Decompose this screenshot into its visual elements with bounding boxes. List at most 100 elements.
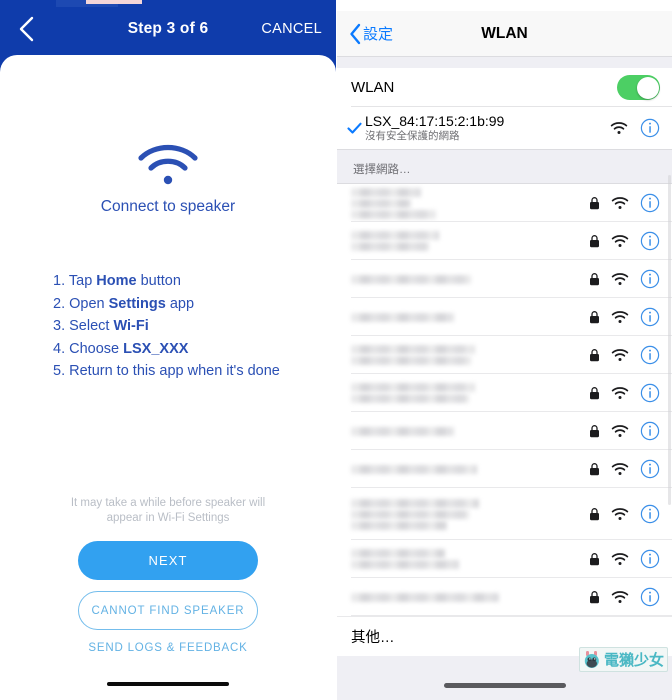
lock-icon: [589, 590, 600, 604]
wifi-icon: [136, 55, 200, 187]
connected-security-note: 沒有安全保護的網路: [365, 130, 460, 142]
info-circle-icon[interactable]: [640, 504, 660, 524]
info-circle-icon[interactable]: [640, 383, 660, 403]
step-text-post: button: [136, 273, 181, 289]
wifi-icon: [611, 234, 629, 248]
lock-icon: [589, 386, 600, 400]
row-icons: [589, 459, 660, 479]
list-item: 5. Return to this app when it's done: [53, 360, 336, 383]
connect-title: Connect to speaker: [100, 198, 236, 215]
step-number: 3.: [53, 318, 66, 334]
network-name-redacted: [351, 345, 475, 365]
lock-icon: [589, 507, 600, 521]
step-text-bold: Settings: [108, 295, 166, 312]
speaker-setup-panel: Step 3 of 6 CANCEL Connect to speaker 1.…: [0, 0, 336, 700]
network-name-redacted: [351, 549, 459, 569]
lock-icon: [589, 310, 600, 324]
info-circle-icon[interactable]: [640, 193, 660, 213]
connected-ssid: LSX_84:17:15:2:1b:99: [365, 113, 505, 129]
info-circle-icon[interactable]: [640, 421, 660, 441]
row-icons: [589, 587, 660, 607]
step-text-post: app: [165, 295, 195, 312]
network-name-redacted: [351, 498, 479, 530]
row-icons: [589, 383, 660, 403]
wifi-icon: [610, 121, 628, 135]
mascot-icon: [582, 650, 602, 670]
status-bar-area: [337, 0, 672, 11]
table-row[interactable]: [337, 412, 672, 450]
info-circle-icon[interactable]: [640, 231, 660, 251]
back-button[interactable]: [14, 16, 38, 42]
table-row[interactable]: [337, 260, 672, 298]
step-text-pre: Tap: [68, 273, 97, 289]
wlan-settings-panel: 設定 WLAN WLAN LSX_84:17:15:2:1b:99 沒有安全保護…: [336, 0, 672, 700]
row-icons: [589, 231, 660, 251]
wifi-icon: [611, 552, 629, 566]
wifi-icon: [611, 507, 629, 521]
table-row[interactable]: [337, 540, 672, 578]
info-circle-icon[interactable]: [640, 459, 660, 479]
row-icons: [589, 345, 660, 365]
step-text-pre: Return to this app when it's done: [69, 363, 280, 379]
setup-card: Connect to speaker 1. Tap Home button 2.…: [0, 55, 336, 700]
watermark: 電獺少女: [578, 647, 668, 672]
connected-network-text: LSX_84:17:15:2:1b:99 沒有安全保護的網路: [365, 113, 504, 143]
table-row[interactable]: [337, 336, 672, 374]
wifi-icon: [611, 310, 629, 324]
info-circle-icon[interactable]: [640, 587, 660, 607]
wifi-icon: [611, 590, 629, 604]
table-row[interactable]: [337, 184, 672, 222]
info-circle-icon[interactable]: [640, 345, 660, 365]
instruction-list: 1. Tap Home button 2. Open Settings app …: [0, 270, 336, 383]
send-logs-feedback-link[interactable]: SEND LOGS & FEEDBACK: [0, 642, 336, 654]
wlan-toggle[interactable]: [617, 75, 660, 100]
wlan-toggle-row[interactable]: WLAN: [337, 68, 672, 107]
table-row[interactable]: [337, 374, 672, 412]
vertical-scrollbar[interactable]: [668, 175, 671, 505]
table-row[interactable]: [337, 578, 672, 616]
settings-back-button[interactable]: 設定: [349, 23, 393, 45]
screenshot-root: Step 3 of 6 CANCEL Connect to speaker 1.…: [0, 0, 672, 700]
home-indicator: [443, 683, 566, 688]
choose-network-header: 選擇網路…: [337, 149, 672, 183]
row-icons: [589, 504, 660, 524]
step-number: 5.: [53, 363, 66, 379]
cannot-find-speaker-button[interactable]: CANNOT FIND SPEAKER: [78, 591, 258, 630]
lock-icon: [589, 234, 600, 248]
other-label: 其他…: [351, 630, 395, 646]
table-row[interactable]: [337, 222, 672, 260]
wifi-icon: [611, 272, 629, 286]
chevron-left-icon: [17, 16, 35, 42]
cancel-button[interactable]: CANCEL: [261, 21, 322, 37]
connected-network-row[interactable]: LSX_84:17:15:2:1b:99 沒有安全保護的網路: [337, 107, 672, 149]
list-item: 1. Tap Home button: [53, 270, 336, 293]
row-icons: [589, 269, 660, 289]
info-circle-icon[interactable]: [640, 118, 660, 138]
wifi-icon: [611, 386, 629, 400]
lock-icon: [589, 272, 600, 286]
lock-icon: [589, 552, 600, 566]
info-circle-icon[interactable]: [640, 307, 660, 327]
list-item: 3. Select Wi-Fi: [53, 315, 336, 338]
table-row[interactable]: [337, 488, 672, 540]
info-circle-icon[interactable]: [640, 269, 660, 289]
lock-icon: [589, 424, 600, 438]
next-button[interactable]: NEXT: [78, 541, 258, 580]
wifi-icon: [611, 424, 629, 438]
step-text-bold: LSX_XXX: [123, 340, 189, 357]
settings-back-label: 設定: [363, 26, 394, 43]
step-number: 4.: [53, 340, 66, 357]
wlan-label: WLAN: [351, 79, 395, 96]
step-text-bold: Wi-Fi: [113, 318, 149, 334]
wifi-icon: [611, 462, 629, 476]
row-icons: [589, 549, 660, 569]
info-circle-icon[interactable]: [640, 549, 660, 569]
table-row[interactable]: [337, 298, 672, 336]
lock-icon: [589, 462, 600, 476]
connected-row-icons: [610, 118, 660, 138]
table-row[interactable]: [337, 450, 672, 488]
network-name-redacted: [351, 383, 475, 403]
list-item: 2. Open Settings app: [53, 293, 336, 316]
checkmark-icon: [343, 122, 365, 135]
watermark-text: 電獺少女: [603, 651, 664, 669]
